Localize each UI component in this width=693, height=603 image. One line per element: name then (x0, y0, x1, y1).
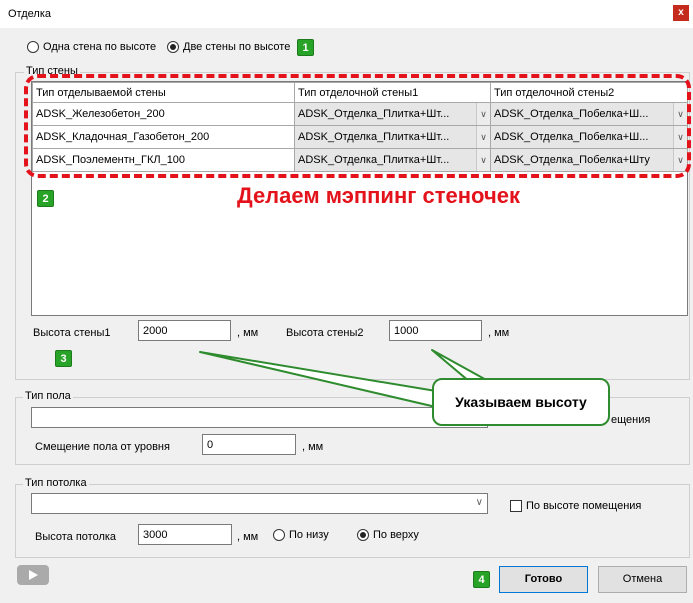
height-callout-pointers (199, 349, 491, 408)
height-callout: Указываем высоту (432, 378, 610, 426)
done-button[interactable]: Готово (499, 566, 588, 593)
step-badge-4: 4 (473, 571, 490, 588)
cancel-button[interactable]: Отмена (598, 566, 687, 593)
play-icon[interactable] (17, 565, 49, 585)
